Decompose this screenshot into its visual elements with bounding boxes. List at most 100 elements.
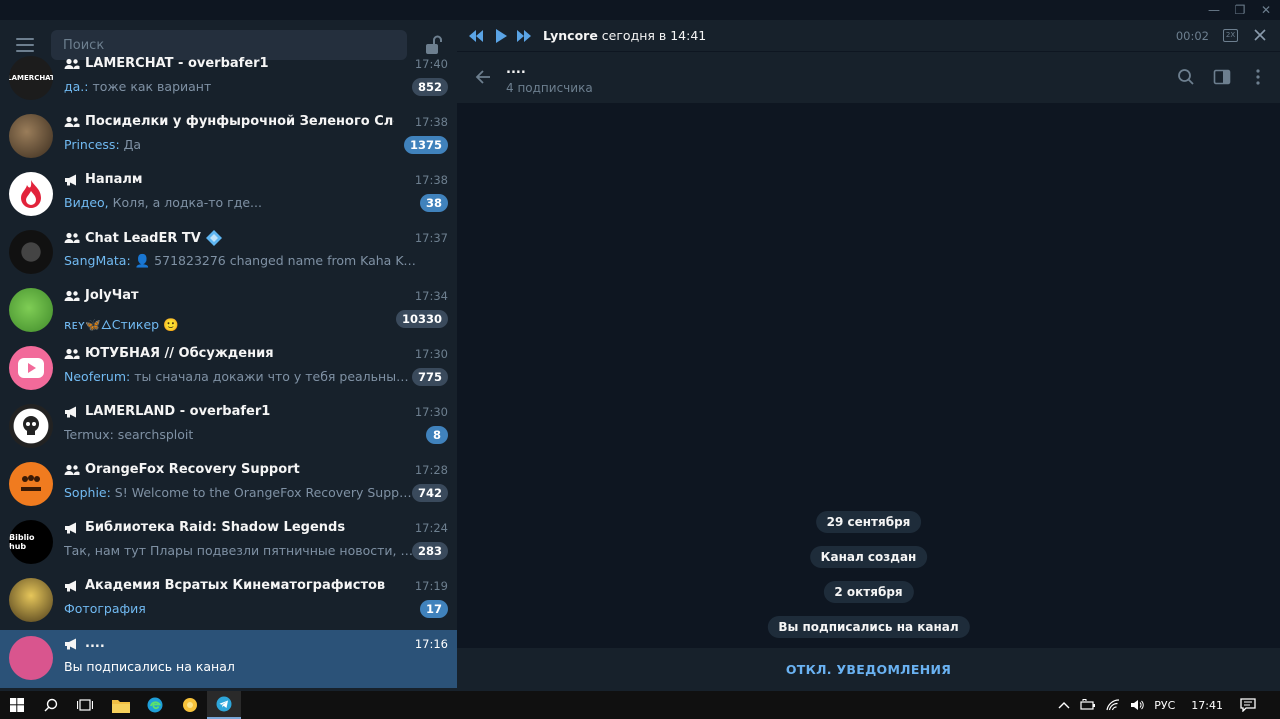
telegram-taskbar-button[interactable]	[207, 691, 241, 719]
chat-title: OrangeFox Recovery Support	[64, 462, 394, 477]
input-language-indicator[interactable]: РУС	[1154, 699, 1175, 712]
chat-title: Посиделки у фунфырочной Зеленого Слоника	[64, 114, 394, 129]
playback-speed-button[interactable]: 2X	[1223, 29, 1238, 42]
group-icon	[64, 464, 80, 475]
sidebar-toggle-icon[interactable]	[1213, 68, 1231, 86]
avatar	[9, 288, 53, 332]
unread-badge: 852	[411, 78, 448, 96]
chat-title: Chat LeadER TV	[64, 230, 394, 246]
chat-preview: Sophie: S! Welcome to the OrangeFox Reco…	[64, 485, 416, 500]
chat-preview: Neoferum: ты сначала докажи что у тебя р…	[64, 369, 416, 384]
channel-icon	[65, 174, 76, 185]
subscriber-count: 4 подписчика	[506, 81, 593, 95]
skull-icon	[23, 416, 39, 435]
chat-item-active[interactable]: .... 17:16 Вы подписались на канал	[0, 630, 457, 688]
date-separator: 2 октября	[823, 581, 914, 603]
chat-title-text: LAMERCHAT - overbafer1	[85, 56, 269, 71]
player-title: Lyncore сегодня в 14:41	[543, 28, 706, 43]
chat-preview-text: Да	[119, 137, 142, 152]
avatar	[9, 578, 53, 622]
chat-list: LAMERCHAT LAMERCHAT - overbafer1 17:40 д…	[0, 56, 457, 688]
audio-player-bar: Lyncore сегодня в 14:41 00:02 2X	[457, 20, 1280, 52]
chat-title-text: Посиделки у фунфырочной Зеленого Слоника	[85, 114, 394, 129]
chat-item[interactable]: JolyЧат 17:34 ʀᴇʏ🦋🜂Стикер 🙂 10330	[0, 282, 457, 340]
group-icon	[64, 232, 80, 243]
channel-icon	[65, 406, 76, 417]
unread-badge: 1375	[403, 136, 448, 154]
player-date: сегодня в 14:41	[597, 28, 707, 43]
chat-preview: Princess: Да	[64, 137, 416, 152]
previous-track-icon[interactable]	[468, 29, 484, 43]
chat-item[interactable]: Посиделки у фунфырочной Зеленого Слоника…	[0, 108, 457, 166]
chat-item[interactable]: OrangeFox Recovery Support 17:28 Sophie:…	[0, 456, 457, 514]
service-message: Канал создан	[809, 546, 928, 568]
avatar	[9, 462, 53, 506]
chat-item[interactable]: Chat LeadER TV 17:37 SangMata: 👤 5718232…	[0, 224, 457, 282]
chat-item[interactable]: Напалм 17:38 Видео, Коля, а лодка-то где…	[0, 166, 457, 224]
chat-item[interactable]: Biblio hub Библиотека Raid: Shadow Legen…	[0, 514, 457, 572]
chat-time: 17:40	[414, 57, 448, 71]
chevron-up-icon[interactable]	[1058, 701, 1070, 709]
chat-sender: Фотография	[64, 601, 146, 616]
notifications-icon[interactable]	[1240, 698, 1256, 712]
chat-preview: ʀᴇʏ🦋🜂Стикер 🙂	[64, 311, 416, 337]
back-arrow-icon[interactable]	[474, 68, 492, 86]
chat-time: 17:30	[414, 347, 448, 361]
edge-browser-button[interactable]	[138, 691, 172, 719]
mute-notifications-button[interactable]: ОТКЛ. УВЕДОМЛЕНИЯ	[786, 662, 951, 677]
next-track-icon[interactable]	[516, 29, 532, 43]
unread-badge: 17	[419, 600, 448, 618]
search-icon[interactable]	[1177, 68, 1195, 86]
close-window-icon[interactable]: ✕	[1260, 3, 1272, 17]
chat-time: 17:30	[414, 405, 448, 419]
chat-time: 17:28	[414, 463, 448, 477]
unread-badge: 742	[411, 484, 448, 502]
chat-time: 17:19	[414, 579, 448, 593]
chat-item[interactable]: LAMERCHAT LAMERCHAT - overbafer1 17:40 д…	[0, 50, 457, 108]
group-icon	[64, 348, 80, 359]
edge-icon	[147, 697, 163, 713]
yandex-browser-button[interactable]	[173, 691, 207, 719]
wifi-icon[interactable]	[1106, 699, 1120, 711]
chat-sender: Sophie:	[64, 485, 111, 500]
chat-item[interactable]: Академия Всратых Кинематографистов 17:19…	[0, 572, 457, 630]
chat-title: Библиотека Raid: Shadow Legends	[64, 520, 394, 535]
minimize-icon[interactable]: —	[1208, 3, 1220, 17]
chat-title-text: Библиотека Raid: Shadow Legends	[85, 520, 346, 535]
chat-sender: да.:	[64, 79, 89, 94]
unread-badge: 283	[411, 542, 448, 560]
chat-preview-text: S! Welcome to the OrangeFox Recovery Sup…	[114, 485, 416, 500]
maximize-icon[interactable]: ❐	[1234, 3, 1246, 17]
fox-icon	[21, 475, 41, 491]
chat-time: 17:38	[414, 115, 448, 129]
chat-item[interactable]: LAMERLAND - overbafer1 17:30 Termux: sea…	[0, 398, 457, 456]
chat-time: 17:38	[414, 173, 448, 187]
channel-icon	[65, 522, 76, 533]
chat-preview-text: Так, нам тут Плары подвезли пятничные но…	[64, 543, 416, 558]
chat-preview-text: 🙂	[159, 317, 179, 332]
chat-preview: да.: тоже как вариант	[64, 79, 416, 94]
telegram-icon	[216, 696, 232, 712]
close-player-icon[interactable]	[1253, 28, 1267, 42]
group-icon	[64, 58, 80, 69]
unread-badge: 10330	[395, 310, 448, 328]
task-view-button[interactable]	[68, 691, 102, 719]
start-button[interactable]	[0, 691, 34, 719]
play-icon[interactable]	[493, 29, 509, 43]
date-separator: 29 сентября	[815, 511, 922, 533]
player-time: 00:02	[1175, 29, 1209, 43]
file-explorer-button[interactable]	[104, 691, 138, 719]
browser-icon	[183, 698, 197, 712]
task-view-icon	[77, 699, 93, 711]
chat-sender: ʀᴇʏ🦋🜂Стикер	[64, 317, 160, 332]
volume-icon[interactable]	[1130, 699, 1144, 711]
battery-icon[interactable]	[1080, 699, 1096, 711]
chat-item[interactable]: ЮТУБНАЯ // Обсуждения 17:30 Neoferum: ты…	[0, 340, 457, 398]
channel-icon	[65, 580, 76, 591]
taskbar-search-button[interactable]	[34, 691, 68, 719]
fire-icon	[21, 180, 41, 208]
clock[interactable]: 17:41	[1191, 699, 1223, 712]
more-vertical-icon[interactable]	[1249, 68, 1267, 86]
diamond-emoji-icon	[205, 230, 222, 246]
channel-title[interactable]: ....	[506, 62, 526, 77]
